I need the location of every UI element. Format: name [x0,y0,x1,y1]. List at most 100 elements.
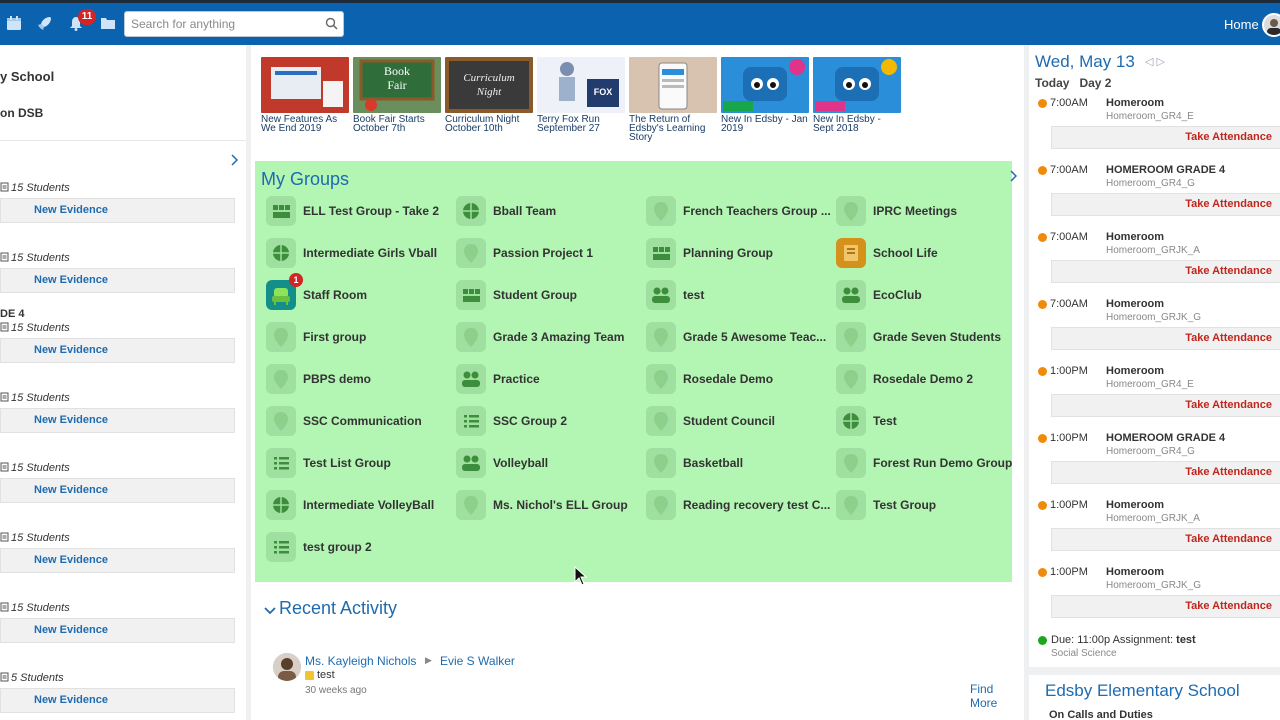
group-name[interactable]: SSC Group 2 [493,414,567,428]
group-item[interactable]: Test List Group [259,447,445,479]
pin-icon[interactable] [836,490,866,520]
pin-icon[interactable] [836,196,866,226]
group-name[interactable]: Intermediate Girls Vball [303,246,437,260]
group-item[interactable]: test group 2 [259,531,445,563]
group-item[interactable]: Rosedale Demo [639,363,825,395]
group-item[interactable]: Test [829,405,1015,437]
pin-icon[interactable] [266,364,296,394]
group-name[interactable]: Ms. Nichol's ELL Group [493,498,628,512]
take-attendance-button[interactable]: Take Attendance [1051,394,1280,417]
group-item[interactable]: EcoClub [829,279,1015,311]
group-item[interactable]: Forest Run Demo Group [829,447,1015,479]
news-thumbnail[interactable] [629,57,717,113]
group-name[interactable]: Grade 5 Awesome Teac... [683,330,826,344]
date-nav-arrows[interactable]: ◁▷ [1145,55,1168,68]
group-item[interactable]: Practice [449,363,635,395]
news-caption[interactable]: New In Edsby - Sept 2018 [813,115,903,134]
group-name[interactable]: Bball Team [493,204,556,218]
news-item[interactable]: Curriculum Night Curriculum Night October … [445,57,535,134]
group-name[interactable]: IPRC Meetings [873,204,957,218]
group-item[interactable]: Grade Seven Students [829,321,1015,353]
group-item[interactable]: School Life [829,237,1015,269]
group-item[interactable]: PBPS demo [259,363,445,395]
group-item[interactable]: Student Group [449,279,635,311]
event-name[interactable]: Homeroom [1106,231,1164,243]
school-section-title[interactable]: Edsby Elementary School [1045,681,1240,701]
pin-icon[interactable] [456,322,486,352]
group-name[interactable]: Grade Seven Students [873,330,1001,344]
group-item[interactable]: Intermediate VolleyBall [259,489,445,521]
group-icon[interactable] [646,238,676,268]
group-name[interactable]: Forest Run Demo Group [873,456,1012,470]
people-icon[interactable] [646,280,676,310]
group-name[interactable]: SSC Communication [303,414,422,428]
people-icon[interactable] [456,364,486,394]
pin-icon[interactable] [266,406,296,436]
news-thumbnail[interactable]: Book Fair [353,57,441,113]
folder-icon[interactable] [100,15,118,33]
group-name[interactable]: School Life [873,246,938,260]
news-item[interactable]: Book Fair Book Fair Starts October 7th [353,57,443,134]
take-attendance-button[interactable]: Take Attendance [1051,461,1280,484]
event-name[interactable]: HOMEROOM GRADE 4 [1106,432,1225,444]
group-name[interactable]: PBPS demo [303,372,371,386]
event-name[interactable]: Homeroom [1106,566,1164,578]
next-day-icon[interactable]: ▷ [1156,56,1167,68]
chevron-right-icon[interactable] [230,154,239,169]
new-evidence-button[interactable]: New Evidence [0,338,235,363]
ball-icon[interactable] [266,238,296,268]
group-name[interactable]: Student Council [683,414,775,428]
news-item[interactable]: The Return of Edsby's Learning Story [629,57,719,143]
chevron-right-icon[interactable] [1009,170,1018,185]
group-name[interactable]: Passion Project 1 [493,246,593,260]
news-thumbnail[interactable] [813,57,901,113]
event-name[interactable]: HOMEROOM GRADE 4 [1106,164,1225,176]
rocket-icon[interactable] [37,15,55,33]
calendar-date-title[interactable]: Wed, May 13 [1035,52,1135,72]
group-name[interactable]: Staff Room [303,288,367,302]
due-item[interactable]: Due: 11:00p Assignment: test [1051,634,1196,646]
pin-icon[interactable] [836,448,866,478]
group-item[interactable]: Rosedale Demo 2 [829,363,1015,395]
new-evidence-button[interactable]: New Evidence [0,408,235,433]
pin-icon[interactable] [646,448,676,478]
new-evidence-button[interactable]: New Evidence [0,548,235,573]
event-name[interactable]: Homeroom [1106,97,1164,109]
school-name[interactable]: y School [0,69,54,84]
author-avatar[interactable] [273,653,301,681]
take-attendance-button[interactable]: Take Attendance [1051,327,1280,350]
calendar-icon[interactable] [6,15,24,33]
news-thumbnail[interactable]: FOX [537,57,625,113]
group-name[interactable]: EcoClub [873,288,922,302]
group-item[interactable]: ELL Test Group - Take 2 [259,195,445,227]
group-item[interactable]: French Teachers Group ... [639,195,831,227]
pin-icon[interactable] [646,196,676,226]
book-icon[interactable] [836,238,866,268]
group-item[interactable]: SSC Communication [259,405,445,437]
group-item[interactable]: Test Group [829,489,1015,521]
list-icon[interactable] [456,406,486,436]
news-caption[interactable]: Book Fair Starts October 7th [353,115,443,134]
group-name[interactable]: Test List Group [303,456,391,470]
find-more-link[interactable]: Find More [970,682,1012,710]
activity-target-link[interactable]: Evie S Walker [440,654,515,668]
group-item[interactable]: First group [259,321,445,353]
group-item[interactable]: Grade 5 Awesome Teac... [639,321,826,353]
group-item[interactable]: Passion Project 1 [449,237,635,269]
group-name[interactable]: Rosedale Demo [683,372,773,386]
group-name[interactable]: test group 2 [303,540,372,554]
group-item[interactable]: Planning Group [639,237,825,269]
news-caption[interactable]: Terry Fox Run September 27 [537,115,627,134]
activity-author-link[interactable]: Ms. Kayleigh Nichols [305,654,416,668]
new-evidence-button[interactable]: New Evidence [0,688,235,713]
class-title[interactable]: DE 4 [0,308,24,320]
group-name[interactable]: Planning Group [683,246,773,260]
group-item[interactable]: Basketball [639,447,825,479]
group-name[interactable]: Reading recovery test C... [683,498,830,512]
group-item[interactable]: 1 Staff Room [259,273,445,311]
news-item[interactable]: New In Edsby - Sept 2018 [813,57,903,134]
search-icon[interactable] [325,17,338,33]
group-item[interactable]: IPRC Meetings [829,195,1015,227]
group-item[interactable]: Student Council [639,405,825,437]
user-avatar[interactable] [1262,13,1280,37]
